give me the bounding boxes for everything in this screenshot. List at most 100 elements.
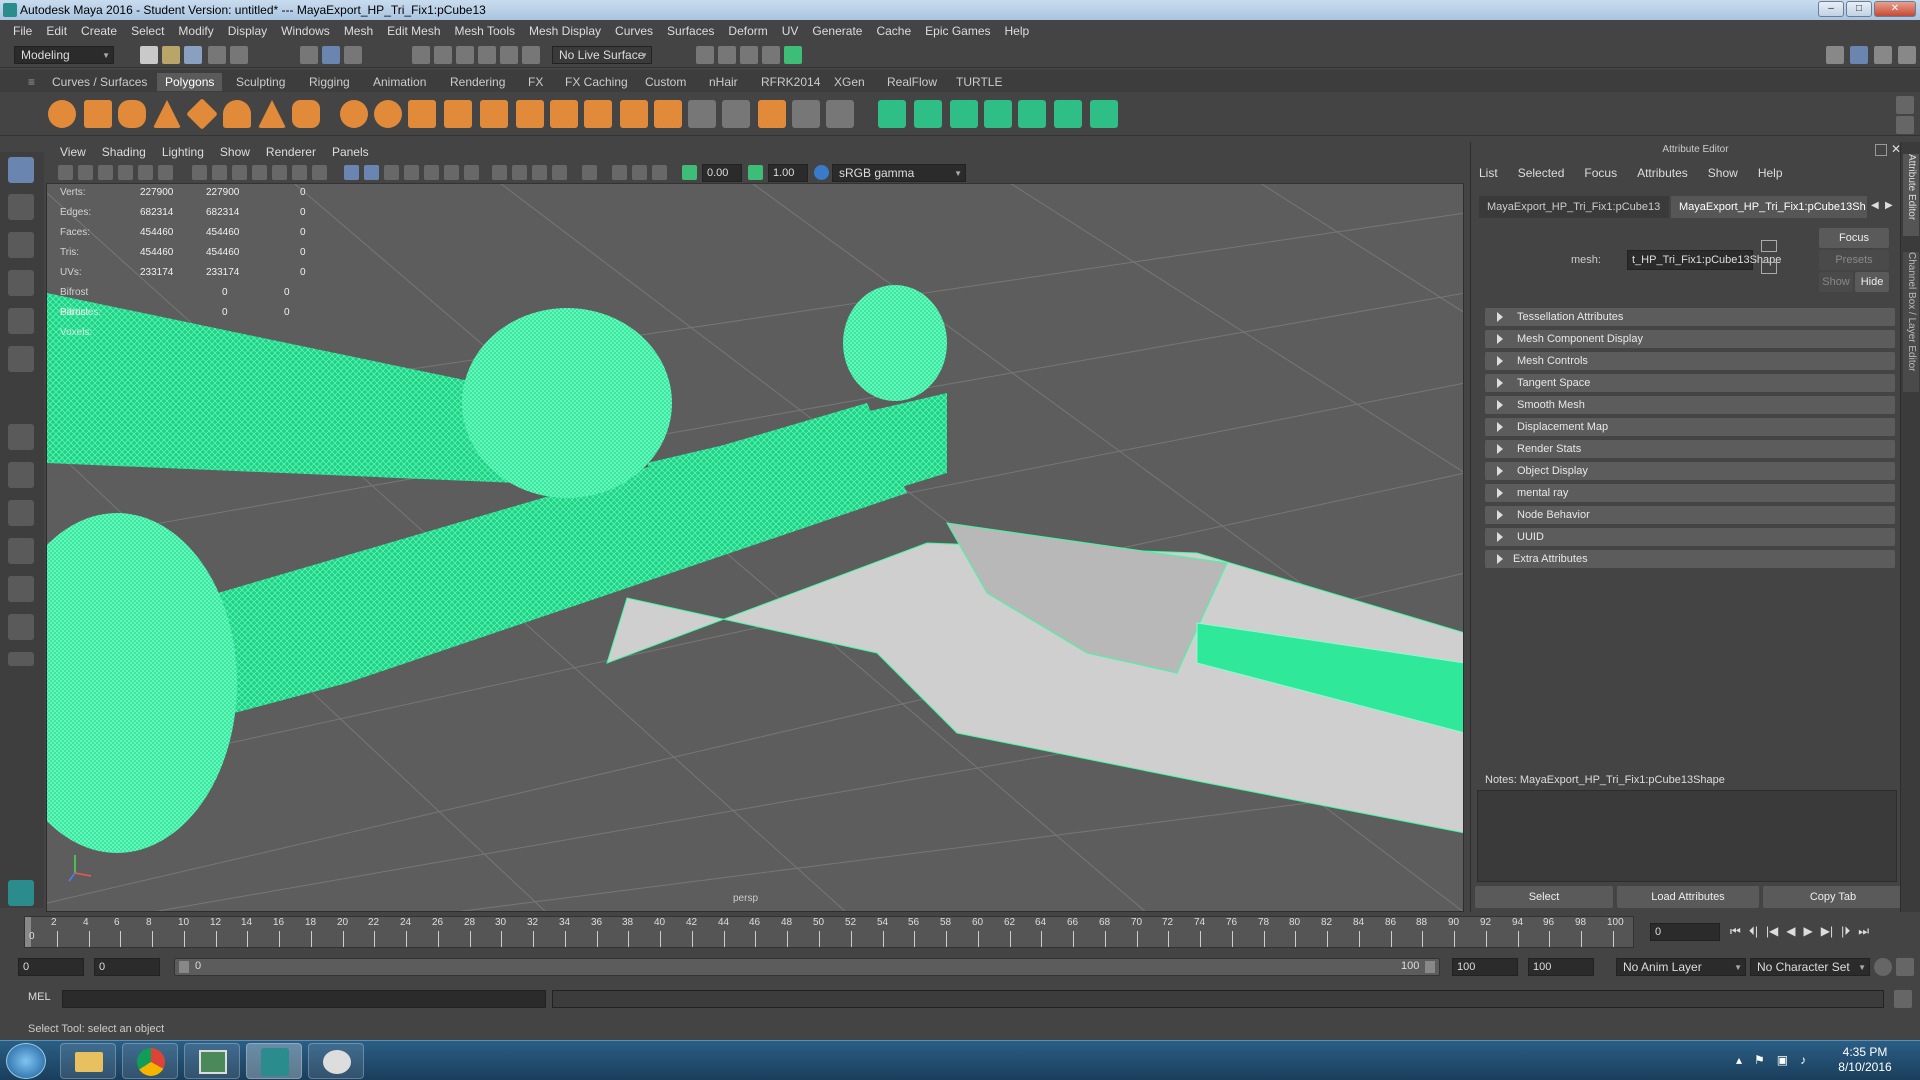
modeling-toolkit-icon[interactable] bbox=[1826, 46, 1844, 64]
exposure-toggle-icon[interactable] bbox=[682, 165, 697, 180]
resolution-gate-icon[interactable] bbox=[232, 165, 247, 180]
script-editor-icon[interactable] bbox=[1894, 990, 1912, 1008]
volume-icon[interactable]: ♪ bbox=[1800, 1053, 1806, 1067]
range-slider-right-handle[interactable] bbox=[1425, 961, 1435, 973]
gamma-toggle-icon[interactable] bbox=[748, 165, 763, 180]
fill-hole-icon[interactable] bbox=[792, 100, 820, 128]
use-all-lights-icon[interactable] bbox=[444, 165, 459, 180]
camera-attributes-icon[interactable] bbox=[78, 165, 93, 180]
menu-help[interactable]: Help bbox=[998, 24, 1037, 38]
tab-scroll-left-icon[interactable]: ◀ bbox=[1871, 200, 1879, 211]
menu-display[interactable]: Display bbox=[221, 24, 274, 38]
section-render-stats[interactable]: Render Stats bbox=[1485, 440, 1895, 458]
snap-grid-icon[interactable] bbox=[412, 46, 430, 64]
snap-curve-icon[interactable] bbox=[434, 46, 452, 64]
more-layouts-icon[interactable] bbox=[8, 652, 34, 666]
color-management-icon[interactable] bbox=[814, 165, 829, 180]
tab-scroll-right-icon[interactable]: ▶ bbox=[1885, 200, 1893, 211]
panel-menu-panels[interactable]: Panels bbox=[324, 145, 377, 159]
append-polygon-icon[interactable] bbox=[758, 100, 786, 128]
animation-preferences-icon[interactable] bbox=[1896, 958, 1914, 976]
extract-icon[interactable] bbox=[408, 100, 436, 128]
go-to-end-icon[interactable]: ⏭ bbox=[1858, 924, 1869, 939]
cylindrical-uv-icon[interactable] bbox=[914, 100, 942, 128]
poly-cone-icon[interactable] bbox=[153, 100, 181, 128]
bridge-icon[interactable] bbox=[620, 100, 648, 128]
undo-icon[interactable] bbox=[208, 46, 226, 64]
move-tool-icon[interactable] bbox=[8, 270, 34, 296]
menu-cache[interactable]: Cache bbox=[869, 24, 918, 38]
attribute-editor-toggle-icon[interactable] bbox=[1850, 46, 1868, 64]
character-set-dropdown[interactable]: No Character Set bbox=[1750, 958, 1870, 976]
persp-graph-layout-icon[interactable] bbox=[8, 538, 34, 564]
ae-menu-focus[interactable]: Focus bbox=[1584, 166, 1617, 180]
copy-tab-button[interactable]: Copy Tab bbox=[1763, 886, 1903, 908]
shelf-tab-rfrk2014[interactable]: RFRK2014 bbox=[753, 73, 828, 91]
section-uuid[interactable]: UUID bbox=[1485, 528, 1895, 546]
poly-pipe-icon[interactable] bbox=[292, 100, 320, 128]
mode-dropdown[interactable]: Modeling bbox=[14, 46, 114, 64]
shelf-tab-fx[interactable]: FX bbox=[520, 73, 551, 91]
gamma-field[interactable]: 1.00 bbox=[768, 164, 808, 182]
go-to-start-icon[interactable]: ⏮ bbox=[1730, 924, 1741, 939]
lasso-tool-icon[interactable] bbox=[8, 194, 34, 220]
panel-menu-view[interactable]: View bbox=[52, 145, 94, 159]
poly-torus-icon[interactable] bbox=[223, 100, 251, 128]
auto-key-icon[interactable] bbox=[1874, 958, 1892, 976]
menu-edit[interactable]: Edit bbox=[39, 24, 74, 38]
shelf-tab-animation[interactable]: Animation bbox=[365, 73, 434, 91]
insert-edge-loop-icon[interactable] bbox=[688, 100, 716, 128]
boolean-icon[interactable] bbox=[480, 100, 508, 128]
redo-icon[interactable] bbox=[230, 46, 248, 64]
multisample-aa-icon[interactable] bbox=[532, 165, 547, 180]
uv-unfold-icon[interactable] bbox=[1090, 100, 1118, 128]
current-frame-field[interactable]: 0 bbox=[1650, 923, 1720, 941]
play-forwards-icon[interactable]: ▶ bbox=[1804, 924, 1813, 939]
ae-tab-shape[interactable]: MayaExport_HP_Tri_Fix1:pCube13Sh bbox=[1671, 196, 1867, 218]
perspective-viewport[interactable]: persp bbox=[46, 142, 1464, 912]
panel-menu-shading[interactable]: Shading bbox=[94, 145, 154, 159]
new-scene-icon[interactable] bbox=[140, 46, 158, 64]
uv-layout-icon[interactable] bbox=[1054, 100, 1082, 128]
safe-action-icon[interactable] bbox=[292, 165, 307, 180]
menu-modify[interactable]: Modify bbox=[171, 24, 220, 38]
ipr-render-icon[interactable] bbox=[740, 46, 758, 64]
shelf-tab-nhair[interactable]: nHair bbox=[701, 73, 746, 91]
menu-mesh[interactable]: Mesh bbox=[337, 24, 380, 38]
channel-box-toggle-icon[interactable] bbox=[1898, 46, 1916, 64]
start-button[interactable] bbox=[6, 1043, 46, 1079]
ae-menu-help[interactable]: Help bbox=[1758, 166, 1783, 180]
live-surface-field[interactable]: No Live Surface bbox=[552, 46, 652, 64]
close-button[interactable]: ✕ bbox=[1874, 1, 1916, 17]
menu-epic-games[interactable]: Epic Games bbox=[918, 24, 997, 38]
single-perspective-layout-icon[interactable] bbox=[8, 424, 34, 450]
sword-end-sphere[interactable] bbox=[47, 513, 237, 853]
taskbar-app[interactable] bbox=[184, 1043, 240, 1079]
shadows-icon[interactable] bbox=[464, 165, 479, 180]
menu-windows[interactable]: Windows bbox=[274, 24, 337, 38]
playback-start-field[interactable]: 0 bbox=[94, 958, 160, 976]
planar-uv-icon[interactable] bbox=[878, 100, 906, 128]
film-gate-icon[interactable] bbox=[212, 165, 227, 180]
use-default-material-icon[interactable] bbox=[384, 165, 399, 180]
menu-create[interactable]: Create bbox=[74, 24, 124, 38]
screen-space-ao-icon[interactable] bbox=[492, 165, 507, 180]
play-backwards-icon[interactable]: ◀ bbox=[1786, 924, 1795, 939]
anim-layer-dropdown[interactable]: No Anim Layer bbox=[1616, 958, 1746, 976]
xray-joints-icon[interactable] bbox=[652, 165, 667, 180]
field-chart-icon[interactable] bbox=[272, 165, 287, 180]
attribute-editor-side-tab[interactable]: Attribute Editor bbox=[1903, 154, 1919, 236]
outliner-layout-icon[interactable] bbox=[8, 614, 34, 640]
extrude-icon[interactable] bbox=[584, 100, 612, 128]
shelf-tab-xgen[interactable]: XGen bbox=[826, 73, 873, 91]
minimize-button[interactable]: – bbox=[1818, 1, 1844, 17]
menu-generate[interactable]: Generate bbox=[805, 24, 869, 38]
shelf-tab-sculpting[interactable]: Sculpting bbox=[228, 73, 293, 91]
persp-hypershade-layout-icon[interactable] bbox=[8, 576, 34, 602]
command-input[interactable] bbox=[62, 990, 546, 1008]
float-panel-icon[interactable] bbox=[1875, 144, 1887, 156]
merge-icon[interactable] bbox=[826, 100, 854, 128]
menu-select[interactable]: Select bbox=[124, 24, 171, 38]
select-component-icon[interactable] bbox=[344, 46, 362, 64]
panel-menu-lighting[interactable]: Lighting bbox=[154, 145, 212, 159]
